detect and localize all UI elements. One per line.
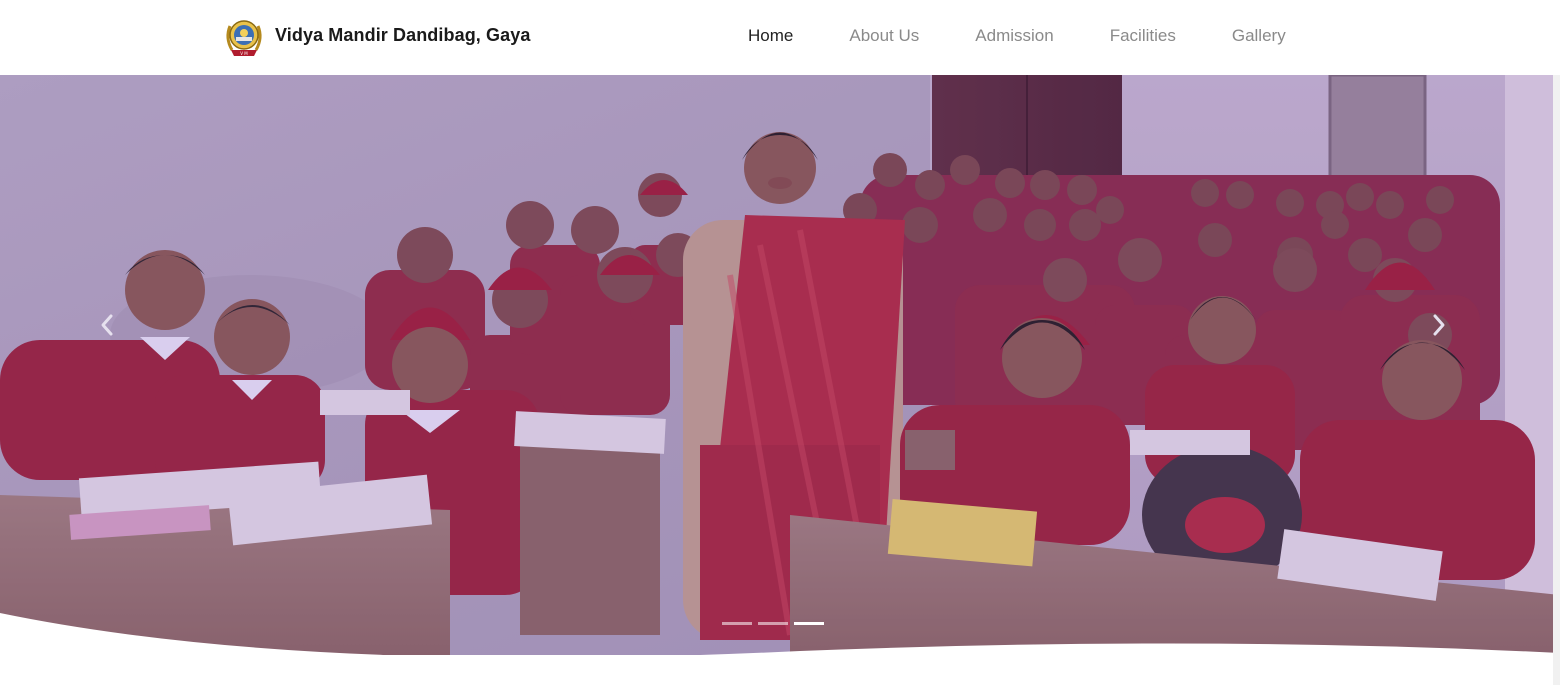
chevron-right-icon <box>1433 314 1445 336</box>
nav-item-about-us[interactable]: About Us <box>849 26 919 46</box>
svg-text:V M: V M <box>240 51 248 56</box>
brand-name: Vidya Mandir Dandibag, Gaya <box>275 24 531 45</box>
main-nav: Home About Us Admission Facilities Galle… <box>748 26 1286 46</box>
page-scrollbar[interactable] <box>1553 75 1560 685</box>
slider-dot-1[interactable] <box>722 622 752 625</box>
site-header: V M Vidya Mandir Dandibag, Gaya Home Abo… <box>0 0 1560 75</box>
slider-indicators <box>722 622 824 625</box>
slider-dot-2[interactable] <box>758 622 788 625</box>
nav-item-gallery[interactable]: Gallery <box>1232 26 1286 46</box>
slider-next-button[interactable] <box>1426 307 1452 343</box>
slider-dot-3[interactable] <box>794 622 824 625</box>
school-crest-icon: V M <box>226 20 262 56</box>
brand-link[interactable]: V M Vidya Mandir Dandibag, Gaya <box>222 14 530 60</box>
nav-item-admission[interactable]: Admission <box>975 26 1053 46</box>
hero-slider <box>0 75 1560 655</box>
hero-wave-divider <box>0 613 1560 655</box>
slider-prev-button[interactable] <box>94 307 120 343</box>
chevron-left-icon <box>101 314 113 336</box>
page: V M Vidya Mandir Dandibag, Gaya Home Abo… <box>0 0 1560 685</box>
nav-item-facilities[interactable]: Facilities <box>1110 26 1176 46</box>
classroom-photo <box>0 75 1560 655</box>
nav-item-home[interactable]: Home <box>748 26 793 46</box>
